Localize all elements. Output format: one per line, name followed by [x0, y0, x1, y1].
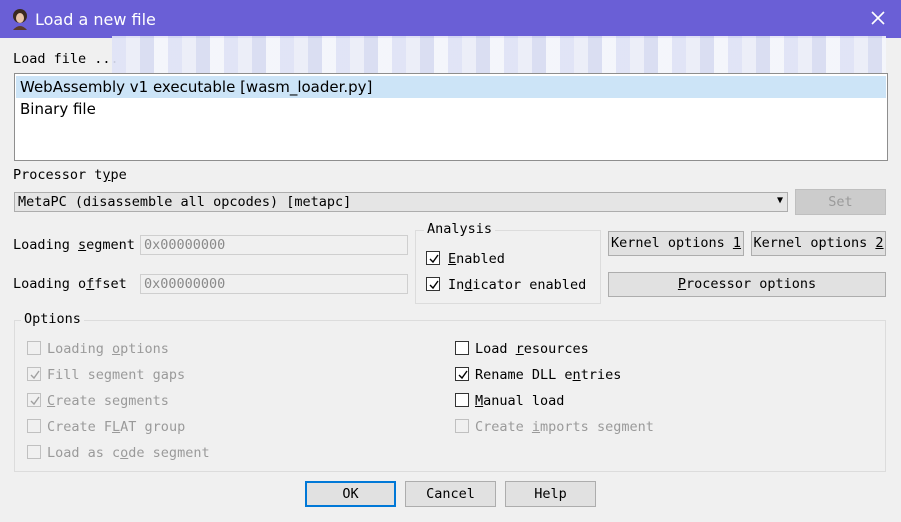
load-as-code-segment-label: Load as code segment — [47, 445, 210, 461]
rename-dll-entries-label: Rename DLL entries — [475, 367, 622, 383]
load-as-code-segment-checkbox[interactable] — [27, 445, 41, 459]
options-title: Options — [21, 311, 84, 327]
fill-segment-gaps-label: Fill segment gaps — [47, 367, 186, 383]
create-imports-segment-checkbox[interactable] — [455, 419, 469, 433]
redacted-path-area — [112, 36, 886, 76]
rename-dll-entries-checkbox[interactable] — [455, 367, 469, 381]
processor-options-button[interactable]: Processor options — [608, 272, 886, 297]
cancel-button[interactable]: Cancel — [405, 481, 496, 507]
fill-segment-gaps-checkbox[interactable] — [27, 367, 41, 381]
indicator-enabled-checkbox[interactable] — [426, 277, 440, 291]
checkmark-icon — [30, 396, 40, 406]
help-button[interactable]: Help — [505, 481, 596, 507]
processor-type-select[interactable]: MetaPC (disassemble all opcodes) [metapc… — [14, 192, 788, 212]
processor-type-value: MetaPC (disassemble all opcodes) [metapc… — [18, 194, 352, 210]
load-file-label: Load file ... — [13, 51, 119, 67]
checkmark-icon — [429, 280, 439, 290]
enabled-label: Enabled — [448, 251, 505, 267]
loading-segment-label: Loading segment — [13, 237, 135, 253]
manual-load-checkbox[interactable] — [455, 393, 469, 407]
create-imports-segment-label: Create imports segment — [475, 419, 654, 435]
processor-type-label: Processor type — [13, 167, 127, 183]
loader-item-wasm[interactable]: WebAssembly v1 executable [wasm_loader.p… — [16, 76, 886, 98]
dropdown-arrow-icon[interactable]: ▼ — [777, 195, 783, 206]
create-flat-group-checkbox[interactable] — [27, 419, 41, 433]
loading-options-checkbox[interactable] — [27, 341, 41, 355]
checkmark-icon — [30, 370, 40, 380]
loading-options-label: Loading options — [47, 341, 169, 357]
manual-load-label: Manual load — [475, 393, 565, 409]
checkmark-icon — [458, 370, 468, 380]
create-flat-group-label: Create FLAT group — [47, 419, 186, 435]
analysis-title: Analysis — [424, 221, 496, 237]
window-title: Load a new file — [35, 10, 156, 29]
ok-button[interactable]: OK — [305, 481, 396, 507]
loader-listbox[interactable]: WebAssembly v1 executable [wasm_loader.p… — [14, 73, 888, 161]
set-button[interactable]: Set — [795, 189, 886, 215]
loader-item-binary[interactable]: Binary file — [16, 98, 886, 120]
enabled-checkbox[interactable] — [426, 251, 440, 265]
create-segments-label: Create segments — [47, 393, 169, 409]
create-segments-checkbox[interactable] — [27, 393, 41, 407]
loading-segment-input[interactable]: 0x00000000 — [140, 235, 408, 255]
indicator-enabled-label: Indicator enabled — [448, 277, 587, 293]
load-resources-checkbox[interactable] — [455, 341, 469, 355]
loading-offset-label: Loading offset — [13, 276, 127, 292]
kernel-options-1-button[interactable]: Kernel options 1 — [608, 231, 744, 256]
app-logo-icon — [13, 9, 27, 30]
kernel-options-2-button[interactable]: Kernel options 2 — [751, 231, 886, 256]
checkmark-icon — [429, 254, 439, 264]
load-resources-label: Load resources — [475, 341, 589, 357]
loading-offset-input[interactable]: 0x00000000 — [140, 274, 408, 294]
title-bar: Load a new file — [0, 0, 901, 38]
close-icon[interactable] — [867, 7, 889, 29]
